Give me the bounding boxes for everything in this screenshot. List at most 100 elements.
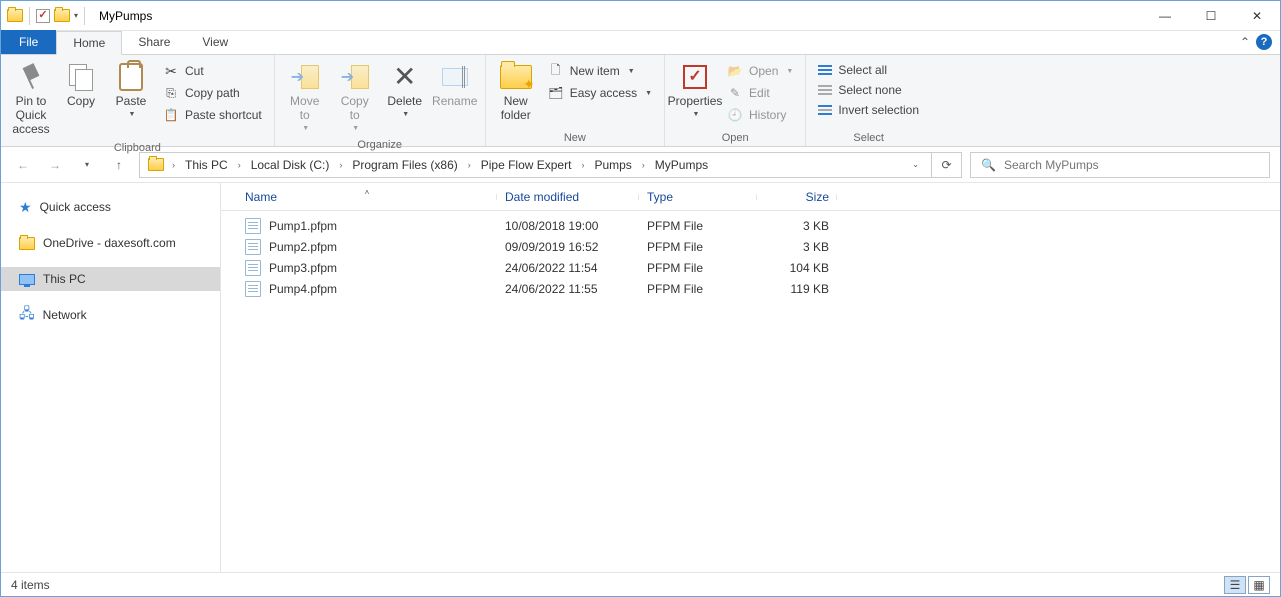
file-type: PFPM File [639,282,757,296]
breadcrumb-segment[interactable]: MyPumps [649,153,714,177]
breadcrumb-segment[interactable]: Pumps [588,153,637,177]
paste-button[interactable]: Paste ▼ [107,57,155,123]
forward-button[interactable]: → [43,153,67,177]
quick-access-toolbar: ▾ [1,1,93,30]
properties-button[interactable]: ✓Properties▼ [671,57,719,123]
new-item-icon: 🗋 [548,63,564,79]
file-size: 104 KB [757,261,837,275]
column-name[interactable]: ˄Name [237,190,497,204]
file-icon [245,239,261,255]
paste-shortcut-icon: 📋 [163,107,179,123]
delete-button[interactable]: ✕Delete▼ [381,57,429,123]
monitor-icon [19,274,35,285]
file-icon [245,260,261,276]
move-to-button[interactable]: Move to▼ [281,57,329,137]
rename-icon [442,68,468,86]
column-type[interactable]: Type [639,190,757,204]
ribbon: Pin to Quick access Copy Paste ▼ ✂Cut ⎘C… [1,55,1280,147]
edit-button[interactable]: ✎Edit [721,83,799,103]
folder-icon [7,9,23,22]
sort-ascending-icon: ˄ [365,188,370,197]
sidebar-item-network[interactable]: 🖧Network [1,303,220,327]
column-date[interactable]: Date modified [497,190,639,204]
scissors-icon: ✂ [163,63,179,79]
folder-icon [148,158,164,171]
close-button[interactable]: ✕ [1234,1,1280,30]
minimize-button[interactable]: — [1142,1,1188,30]
ribbon-collapse-icon[interactable]: ⌃ [1240,35,1250,49]
copy-path-icon: ⎘ [163,85,179,101]
details-view-button[interactable]: ☰ [1224,576,1246,594]
breadcrumb-segment[interactable]: This PC [179,153,234,177]
select-all-button[interactable]: Select all [812,61,925,79]
easy-access-button[interactable]: 🗂Easy access▼ [542,83,658,103]
history-button[interactable]: 🕘History [721,105,799,125]
search-icon: 🔍 [981,158,996,172]
file-row[interactable]: Pump4.pfpm24/06/2022 11:55PFPM File119 K… [221,278,1280,299]
navigation-bar: ← → ▾ ↑ › This PC› Local Disk (C:)› Prog… [1,147,1280,183]
copy-button[interactable]: Copy [57,57,105,113]
new-folder-icon [500,65,532,89]
pin-icon [17,63,45,91]
file-name: Pump3.pfpm [269,261,337,275]
file-icon [245,281,261,297]
file-name: Pump4.pfpm [269,282,337,296]
qat-customize-icon[interactable]: ▾ [74,11,78,20]
sidebar-item-onedrive[interactable]: OneDrive - daxesoft.com [1,231,220,255]
check-icon: ✓ [683,65,707,89]
back-button[interactable]: ← [11,153,35,177]
file-name: Pump2.pfpm [269,240,337,254]
tab-home[interactable]: Home [56,31,122,55]
select-all-icon [818,65,832,75]
help-button[interactable]: ? [1256,34,1272,50]
invert-selection-button[interactable]: Invert selection [812,101,925,119]
file-row[interactable]: Pump1.pfpm10/08/2018 19:00PFPM File3 KB [221,215,1280,236]
file-date: 10/08/2018 19:00 [497,219,639,233]
address-bar[interactable]: › This PC› Local Disk (C:)› Program File… [139,152,932,178]
qat-newfolder-icon[interactable] [54,9,70,22]
up-button[interactable]: ↑ [107,153,131,177]
file-row[interactable]: Pump2.pfpm09/09/2019 16:52PFPM File3 KB [221,236,1280,257]
select-none-icon [818,85,832,95]
easy-access-icon: 🗂 [548,85,564,101]
tab-view[interactable]: View [186,30,244,54]
recent-locations-button[interactable]: ▾ [75,153,99,177]
file-type: PFPM File [639,261,757,275]
network-icon: 🖧 [19,303,35,327]
file-icon [245,218,261,234]
tab-file[interactable]: File [1,30,56,54]
copy-to-button[interactable]: Copy to▼ [331,57,379,137]
select-none-button[interactable]: Select none [812,81,925,99]
breadcrumb-segment[interactable]: Local Disk (C:) [245,153,336,177]
search-input[interactable] [1004,158,1259,172]
navigation-pane: ★Quick access OneDrive - daxesoft.com Th… [1,183,221,572]
file-date: 24/06/2022 11:54 [497,261,639,275]
title-bar: ▾ MyPumps — ☐ ✕ [1,1,1280,31]
paste-shortcut-button[interactable]: 📋Paste shortcut [157,105,268,125]
new-folder-button[interactable]: New folder [492,57,540,127]
copy-path-button[interactable]: ⎘Copy path [157,83,268,103]
folder-icon [19,237,35,250]
ribbon-tabs: File Home Share View ⌃ ? [1,31,1280,55]
icons-view-button[interactable]: ▦ [1248,576,1270,594]
file-size: 3 KB [757,219,837,233]
status-item-count: 4 items [11,578,50,592]
rename-button[interactable]: Rename [431,57,479,113]
new-item-button[interactable]: 🗋New item▼ [542,61,658,81]
maximize-button[interactable]: ☐ [1188,1,1234,30]
pin-to-quick-access-button[interactable]: Pin to Quick access [7,57,55,140]
open-button[interactable]: 📂Open▼ [721,61,799,81]
breadcrumb-segment[interactable]: Program Files (x86) [346,153,463,177]
sidebar-item-quick-access[interactable]: ★Quick access [1,195,220,219]
cut-button[interactable]: ✂Cut [157,61,268,81]
address-history-icon[interactable]: ⌄ [904,160,927,169]
ribbon-group-clipboard: Pin to Quick access Copy Paste ▼ ✂Cut ⎘C… [1,55,275,146]
tab-share[interactable]: Share [122,30,186,54]
file-row[interactable]: Pump3.pfpm 24/06/2022 11:54PFPM File104 K… [221,257,1280,278]
refresh-button[interactable]: ⟳ [932,152,962,178]
search-box[interactable]: 🔍 [970,152,1270,178]
qat-properties-icon[interactable] [36,9,50,23]
column-size[interactable]: Size [757,190,837,204]
sidebar-item-this-pc[interactable]: This PC [1,267,220,291]
breadcrumb-segment[interactable]: Pipe Flow Expert [475,153,578,177]
